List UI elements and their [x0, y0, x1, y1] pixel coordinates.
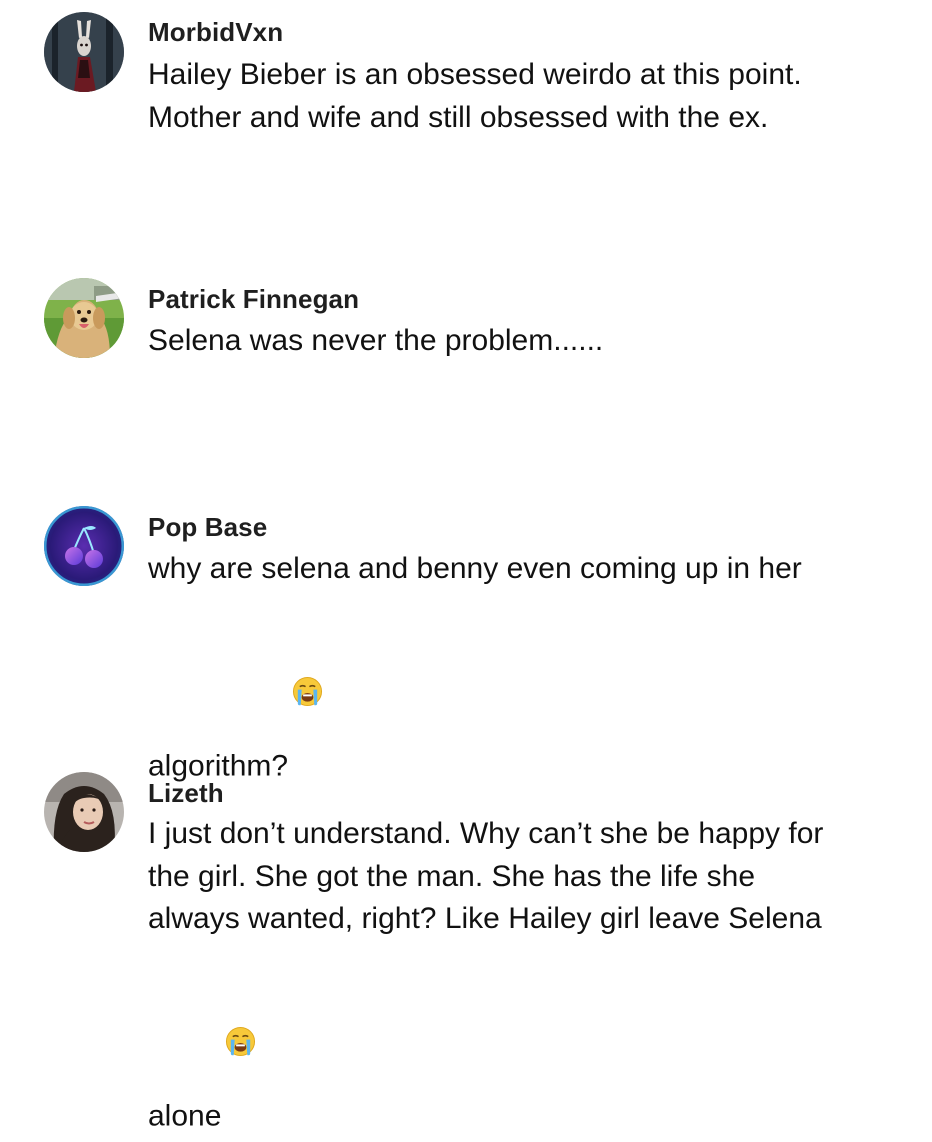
- comment-text: why are selena and benny even coming up …: [148, 548, 918, 788]
- golden-retriever-avatar-icon[interactable]: [44, 278, 124, 358]
- masked-figure-avatar-icon[interactable]: [44, 12, 124, 92]
- comment-text: Selena was never the problem......: [148, 324, 604, 357]
- loudly-crying-face-icon: [225, 941, 256, 1056]
- loudly-crying-face-icon: [292, 591, 323, 706]
- comment-username[interactable]: Patrick Finnegan: [148, 284, 359, 315]
- woman-portrait-avatar-icon[interactable]: [44, 772, 124, 852]
- comment-username[interactable]: MorbidVxn: [148, 17, 283, 48]
- comment-text: I just don’t understand. Why can’t she b…: [148, 813, 918, 1138]
- comment-username[interactable]: Pop Base: [148, 512, 267, 543]
- comment-username[interactable]: Lizeth: [148, 778, 224, 809]
- comment-text: Hailey Bieber is an obsessed weirdo at t…: [148, 58, 802, 134]
- cherry-logo-avatar-icon[interactable]: [44, 506, 124, 586]
- comment-text-body: why are selena and benny even coming up …: [148, 552, 802, 782]
